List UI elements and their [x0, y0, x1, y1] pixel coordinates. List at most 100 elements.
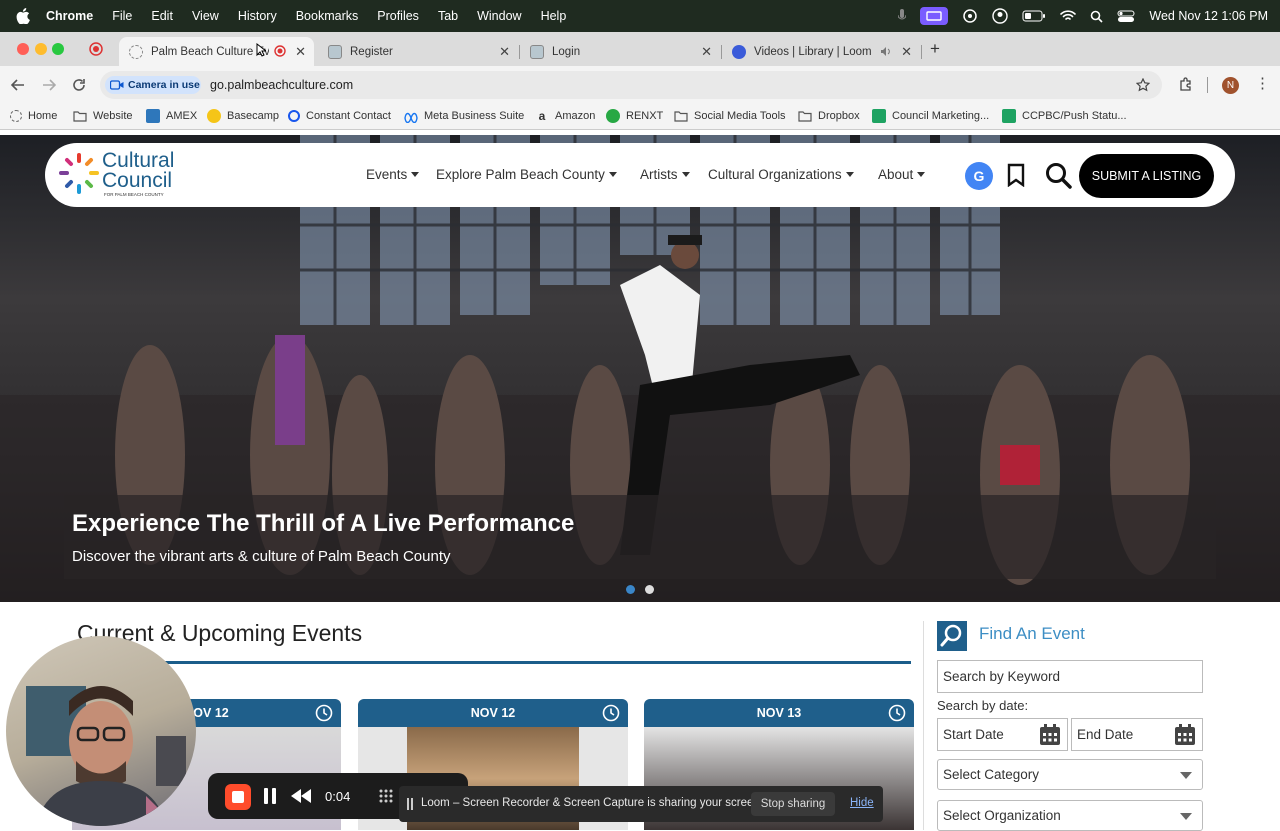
webcam-video-image — [26, 686, 186, 826]
start-date-input[interactable]: Start Date — [937, 718, 1068, 751]
tab-title: Videos | Library | Loom — [754, 45, 872, 58]
window-minimize-button[interactable] — [35, 43, 47, 55]
control-center-icon[interactable] — [1117, 10, 1135, 23]
cultural-council-logo[interactable]: Cultural Council FOR PALM BEACH COUNTY — [58, 150, 188, 200]
chrome-menu-icon[interactable]: ⋮ — [1255, 76, 1270, 91]
keyword-search-input[interactable]: Search by Keyword — [937, 660, 1203, 693]
search-by-date-label: Search by date: — [937, 698, 1029, 713]
folder-icon — [73, 111, 87, 122]
loom-camera-bubble[interactable] — [6, 636, 196, 826]
sharing-message: Loom – Screen Recorder & Screen Capture … — [421, 797, 763, 809]
tab-close-icon[interactable]: ✕ — [901, 44, 912, 60]
bookmark-ccpbc-push-status[interactable]: CCPBC/Push Statu... — [1002, 108, 1127, 124]
wifi-icon[interactable] — [1060, 10, 1077, 22]
bookmark-amazon[interactable]: a Amazon — [535, 108, 596, 124]
screen-recording-icon[interactable] — [920, 7, 949, 25]
event-date: NOV 12 — [470, 706, 516, 720]
bookmark-dropbox[interactable]: Dropbox — [798, 108, 860, 124]
menu-window[interactable]: Window — [477, 9, 521, 23]
calendar-icon[interactable] — [1174, 724, 1196, 746]
window-zoom-button[interactable] — [52, 43, 64, 55]
page-favicon-icon — [328, 44, 342, 59]
menu-tab[interactable]: Tab — [438, 9, 458, 23]
bookmark-social-media-tools[interactable]: Social Media Tools — [674, 108, 786, 124]
tab-palm-beach-culture[interactable]: Palm Beach Culture Eve ✕ — [119, 37, 314, 66]
bookmark-star-icon[interactable] — [1136, 78, 1150, 92]
nav-events[interactable]: Events — [366, 167, 420, 182]
apple-icon[interactable] — [16, 8, 30, 24]
back-arrow-icon[interactable] — [11, 78, 25, 92]
logo-tagline: FOR PALM BEACH COUNTY — [104, 192, 164, 197]
rewind-icon[interactable] — [291, 789, 311, 803]
menu-view[interactable]: View — [192, 9, 219, 23]
nav-about[interactable]: About — [878, 167, 926, 182]
share-drag-handle-icon[interactable] — [407, 798, 413, 810]
bookmark-constant-contact[interactable]: Constant Contact — [288, 108, 391, 124]
bookmark-label: Council Marketing... — [892, 110, 990, 122]
bookmark-renxt[interactable]: RENXT — [606, 108, 663, 124]
bookmark-basecamp[interactable]: Basecamp — [207, 108, 279, 124]
tab-login[interactable]: Login ✕ — [520, 37, 722, 66]
new-tab-button[interactable]: + — [930, 39, 940, 59]
category-select[interactable]: Select Category — [937, 759, 1203, 790]
recording-tab-indicator-icon[interactable] — [89, 42, 103, 56]
tab-title: Register — [350, 45, 393, 58]
slider-dot-2[interactable] — [645, 585, 654, 594]
profile-avatar[interactable]: N — [1222, 77, 1239, 94]
stop-recording-button[interactable] — [225, 784, 251, 810]
tab-close-icon[interactable]: ✕ — [701, 44, 712, 60]
end-date-input[interactable]: End Date — [1071, 718, 1203, 751]
tab-close-icon[interactable]: ✕ — [499, 44, 510, 60]
extensions-icon[interactable] — [1178, 77, 1194, 93]
menu-help[interactable]: Help — [541, 9, 567, 23]
slider-dot-1[interactable] — [626, 585, 635, 594]
calendar-icon[interactable] — [1039, 724, 1061, 746]
pause-icon[interactable] — [263, 788, 277, 804]
search-icon[interactable] — [1045, 162, 1072, 189]
nav-explore-palm-beach-county[interactable]: Explore Palm Beach County — [436, 167, 617, 182]
hide-sharing-link[interactable]: Hide — [850, 797, 874, 809]
menu-profiles[interactable]: Profiles — [377, 9, 419, 23]
creative-cloud-icon[interactable] — [962, 9, 978, 23]
tab-close-icon[interactable]: ✕ — [295, 44, 306, 60]
tab-loom-library[interactable]: Videos | Library | Loom ✕ — [722, 37, 922, 66]
user-account-icon[interactable] — [992, 8, 1009, 24]
forward-arrow-icon[interactable] — [42, 78, 56, 92]
organization-select[interactable]: Select Organization — [937, 800, 1203, 831]
chevron-down-icon — [1180, 813, 1192, 820]
stop-sharing-button[interactable]: Stop sharing — [751, 792, 835, 816]
page-favicon-icon — [530, 44, 544, 59]
bookmark-website[interactable]: Website — [73, 108, 133, 124]
nav-artists[interactable]: Artists — [640, 167, 690, 182]
url-text[interactable]: go.palmbeachculture.com — [210, 78, 353, 92]
end-date-placeholder: End Date — [1077, 727, 1134, 742]
bookmark-amex[interactable]: AMEX — [146, 108, 197, 124]
bookmark-meta-business-suite[interactable]: Meta Business Suite — [404, 108, 524, 124]
menu-history[interactable]: History — [238, 9, 277, 23]
submit-listing-button[interactable]: SUBMIT A LISTING — [1079, 154, 1214, 198]
clock-icon — [315, 704, 333, 722]
reload-icon[interactable] — [72, 78, 86, 92]
chevron-down-icon — [608, 172, 617, 177]
amazon-icon: a — [538, 109, 546, 123]
translate-icon[interactable]: G — [965, 162, 993, 190]
menu-file[interactable]: File — [112, 9, 132, 23]
microphone-icon[interactable] — [898, 9, 907, 23]
camera-in-use-indicator[interactable]: Camera in use — [105, 76, 201, 94]
menubar-clock[interactable]: Wed Nov 12 1:06 PM — [1149, 9, 1268, 23]
spotlight-search-icon[interactable] — [1090, 10, 1103, 23]
bookmark-icon[interactable] — [1007, 163, 1025, 187]
tab-register[interactable]: Register ✕ — [318, 37, 520, 66]
window-close-button[interactable] — [17, 43, 29, 55]
menu-edit[interactable]: Edit — [151, 9, 173, 23]
bookmark-council-marketing[interactable]: Council Marketing... — [872, 108, 989, 124]
battery-icon[interactable] — [1022, 10, 1046, 22]
menu-bookmarks[interactable]: Bookmarks — [296, 9, 359, 23]
menu-app-chrome[interactable]: Chrome — [46, 9, 93, 23]
tab-audio-icon[interactable] — [880, 46, 892, 57]
bookmark-home[interactable]: Home — [10, 108, 57, 124]
tab-title: Palm Beach Culture Eve — [151, 45, 269, 58]
macos-menubar: Chrome File Edit View History Bookmarks … — [0, 0, 1280, 32]
nav-cultural-organizations[interactable]: Cultural Organizations — [708, 167, 854, 182]
drag-handle-icon[interactable] — [378, 788, 394, 804]
